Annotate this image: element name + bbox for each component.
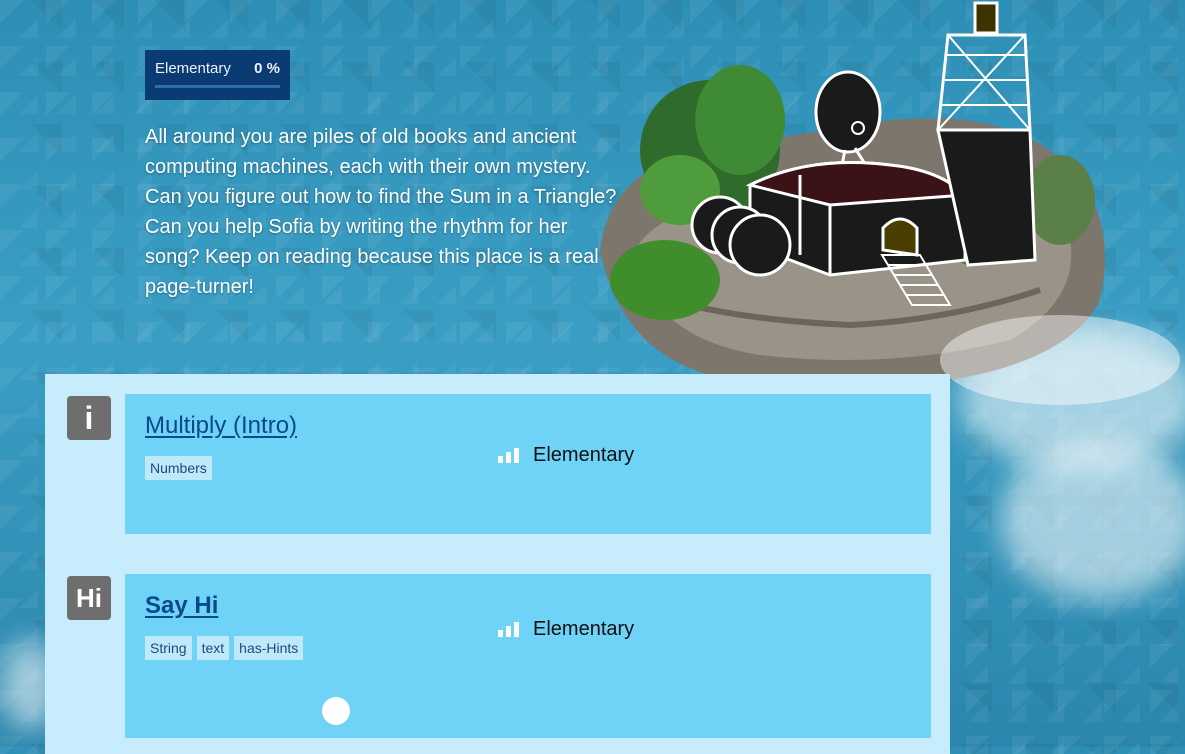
mission-hi-icon: Hi [67,576,111,620]
progress-level-label: Elementary [155,60,231,77]
mission-tag[interactable]: String [145,636,192,660]
mission-tag[interactable]: has-Hints [234,636,304,660]
difficulty-label: Elementary [533,444,635,466]
mission-tag[interactable]: text [196,636,230,660]
mission-card: Multiply (Intro) Numbers Elementary [125,394,931,534]
level-progress-badge: Elementary 0 % [145,50,290,100]
difficulty-label: Elementary [533,618,635,640]
mission-title-link[interactable]: Say Hi [145,592,218,620]
island-intro-text: All around you are piles of old books an… [145,126,617,298]
mission-tag[interactable]: Numbers [145,456,212,480]
mission-info-icon: i [67,396,111,440]
progress-percent: 0 % [254,60,280,77]
difficulty-bars-icon [498,622,519,637]
mission-title-link[interactable]: Multiply (Intro) [145,412,297,440]
mission-difficulty: Elementary [498,444,634,467]
mission-card: Say Hi String text has-Hints Elementary [125,574,931,738]
progress-bar [155,85,280,88]
floating-island-illustration [600,1,1180,405]
missions-panel: i Multiply (Intro) Numbers Elementary Hi… [45,374,950,754]
cloud-mist [1000,440,1185,600]
mission-difficulty: Elementary [498,618,634,641]
difficulty-bars-icon [498,448,519,463]
status-dot [322,697,350,725]
